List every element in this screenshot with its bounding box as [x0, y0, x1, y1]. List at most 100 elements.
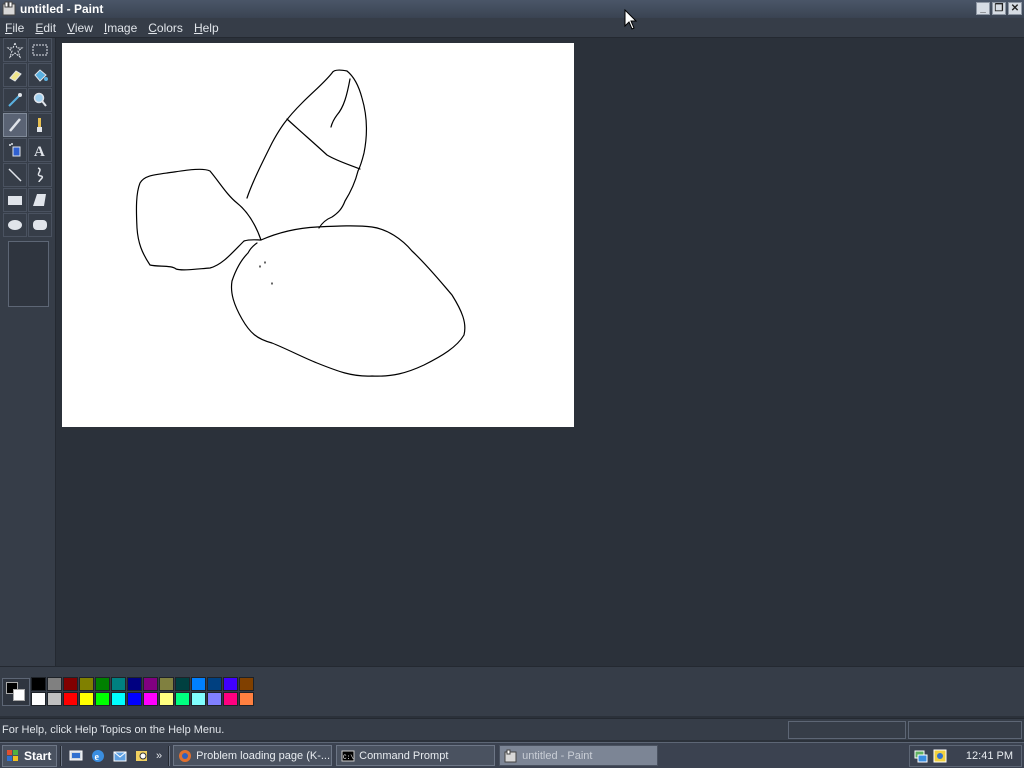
palette-swatch[interactable]: [111, 677, 126, 691]
tool-pick-color[interactable]: [3, 88, 27, 112]
windows-flag-icon: [7, 749, 18, 761]
quicklaunch-outlook[interactable]: [111, 747, 129, 765]
start-button[interactable]: Start: [2, 744, 57, 767]
eraser-icon: [9, 70, 22, 82]
current-colors[interactable]: [2, 678, 30, 706]
menu-help[interactable]: Help: [193, 21, 220, 35]
tool-polygon[interactable]: [28, 188, 52, 212]
palette-swatch[interactable]: [95, 677, 110, 691]
tool-free-form-select[interactable]: [3, 38, 27, 62]
menu-bar: File Edit View Image Colors Help: [0, 18, 1024, 38]
mouse-cursor-icon: [624, 9, 638, 30]
tool-options-box[interactable]: [8, 241, 49, 307]
menu-file[interactable]: File: [4, 21, 25, 35]
title-bar[interactable]: untitled - Paint _ ❐ ✕: [0, 0, 1024, 18]
tool-pencil[interactable]: [3, 113, 27, 137]
palette-swatch[interactable]: [191, 677, 206, 691]
tool-ellipse[interactable]: [3, 213, 27, 237]
task-command-prompt[interactable]: C:\ Command Prompt: [336, 745, 496, 766]
close-icon: ✕: [1010, 2, 1020, 14]
menu-edit[interactable]: Edit: [34, 21, 57, 35]
drawing-canvas[interactable]: [62, 43, 574, 427]
menu-image[interactable]: Image: [103, 21, 138, 35]
task-label: Command Prompt: [359, 749, 449, 762]
tray-app-icon[interactable]: [932, 748, 948, 764]
tool-select[interactable]: [28, 38, 52, 62]
cmd-icon: C:\: [341, 750, 355, 761]
tool-text[interactable]: A: [28, 138, 52, 162]
system-tray: 12:41 PM: [909, 745, 1022, 767]
stroke-top-petal-tip: [330, 78, 351, 128]
restore-button[interactable]: ❐: [992, 2, 1006, 15]
task-label: Problem loading page (K-...: [196, 749, 331, 762]
palette-swatch[interactable]: [47, 677, 62, 691]
tool-rectangle[interactable]: [3, 188, 27, 212]
tool-rounded-rectangle[interactable]: [28, 213, 52, 237]
network-icon[interactable]: [913, 748, 929, 764]
tool-magnifier[interactable]: [28, 88, 52, 112]
quicklaunch-more-chevron[interactable]: »: [156, 750, 162, 762]
clock[interactable]: 12:41 PM: [966, 750, 1013, 762]
svg-text:C:\: C:\: [343, 754, 354, 761]
palette-swatch[interactable]: [159, 692, 174, 706]
palette-swatch[interactable]: [111, 692, 126, 706]
color-palette: [0, 666, 1024, 716]
start-label: Start: [24, 748, 52, 763]
background-color-swatch: [13, 689, 25, 701]
tool-eraser[interactable]: [3, 63, 27, 87]
palette-swatch[interactable]: [79, 677, 94, 691]
palette-swatch[interactable]: [31, 692, 46, 706]
minimize-icon: _: [980, 2, 986, 14]
palette-swatch[interactable]: [143, 677, 158, 691]
palette-swatch[interactable]: [31, 677, 46, 691]
palette-swatch[interactable]: [207, 677, 222, 691]
tool-brush[interactable]: [28, 113, 52, 137]
tool-airbrush[interactable]: [3, 138, 27, 162]
palette-swatch[interactable]: [223, 692, 238, 706]
taskbar-separator-2: [168, 745, 171, 766]
tool-fill[interactable]: [28, 63, 52, 87]
quicklaunch-search[interactable]: [133, 747, 151, 765]
palette-swatch[interactable]: [127, 677, 142, 691]
paint-app-icon: [2, 1, 16, 16]
palette-swatch[interactable]: [239, 677, 254, 691]
palette-swatch[interactable]: [175, 677, 190, 691]
outlook-express-icon: [113, 751, 127, 761]
palette-swatch[interactable]: [95, 692, 110, 706]
tool-line[interactable]: [3, 163, 27, 187]
minimize-button[interactable]: _: [976, 2, 990, 15]
palette-swatch[interactable]: [79, 692, 94, 706]
palette-swatch[interactable]: [63, 692, 78, 706]
palette-swatch[interactable]: [175, 692, 190, 706]
menu-colors[interactable]: Colors: [147, 21, 184, 35]
palette-swatch[interactable]: [63, 677, 78, 691]
status-panel-coords: [788, 720, 906, 739]
status-bar: For Help, click Help Topics on the Help …: [0, 718, 1024, 740]
tool-curve[interactable]: [28, 163, 52, 187]
stroke-stem: [318, 170, 359, 229]
palette-swatch[interactable]: [223, 677, 238, 691]
palette-swatch[interactable]: [239, 692, 254, 706]
line-icon: [8, 168, 22, 182]
taskbar: Start e » Problem loading page (K-... C:…: [0, 742, 1024, 768]
close-button[interactable]: ✕: [1008, 2, 1022, 15]
task-paint[interactable]: untitled - Paint: [499, 745, 659, 766]
palette-swatch[interactable]: [143, 692, 158, 706]
quicklaunch-ie[interactable]: e: [89, 747, 107, 765]
eyedropper-icon: [8, 93, 22, 107]
stroke-top-petal-inner: [286, 118, 361, 170]
palette-swatch[interactable]: [191, 692, 206, 706]
quicklaunch-desktop[interactable]: [67, 747, 85, 765]
show-desktop-icon: [69, 750, 83, 760]
menu-view[interactable]: View: [66, 21, 94, 35]
stroke-bottom-petal: [230, 225, 466, 377]
stroke-dots: [259, 261, 273, 285]
palette-swatch[interactable]: [127, 692, 142, 706]
task-firefox[interactable]: Problem loading page (K-...: [173, 745, 333, 766]
palette-swatch[interactable]: [159, 677, 174, 691]
airbrush-icon: [9, 143, 21, 157]
window-title: untitled - Paint: [20, 2, 104, 16]
palette-swatch[interactable]: [47, 692, 62, 706]
rectangle-icon: [8, 196, 22, 205]
palette-swatch[interactable]: [207, 692, 222, 706]
